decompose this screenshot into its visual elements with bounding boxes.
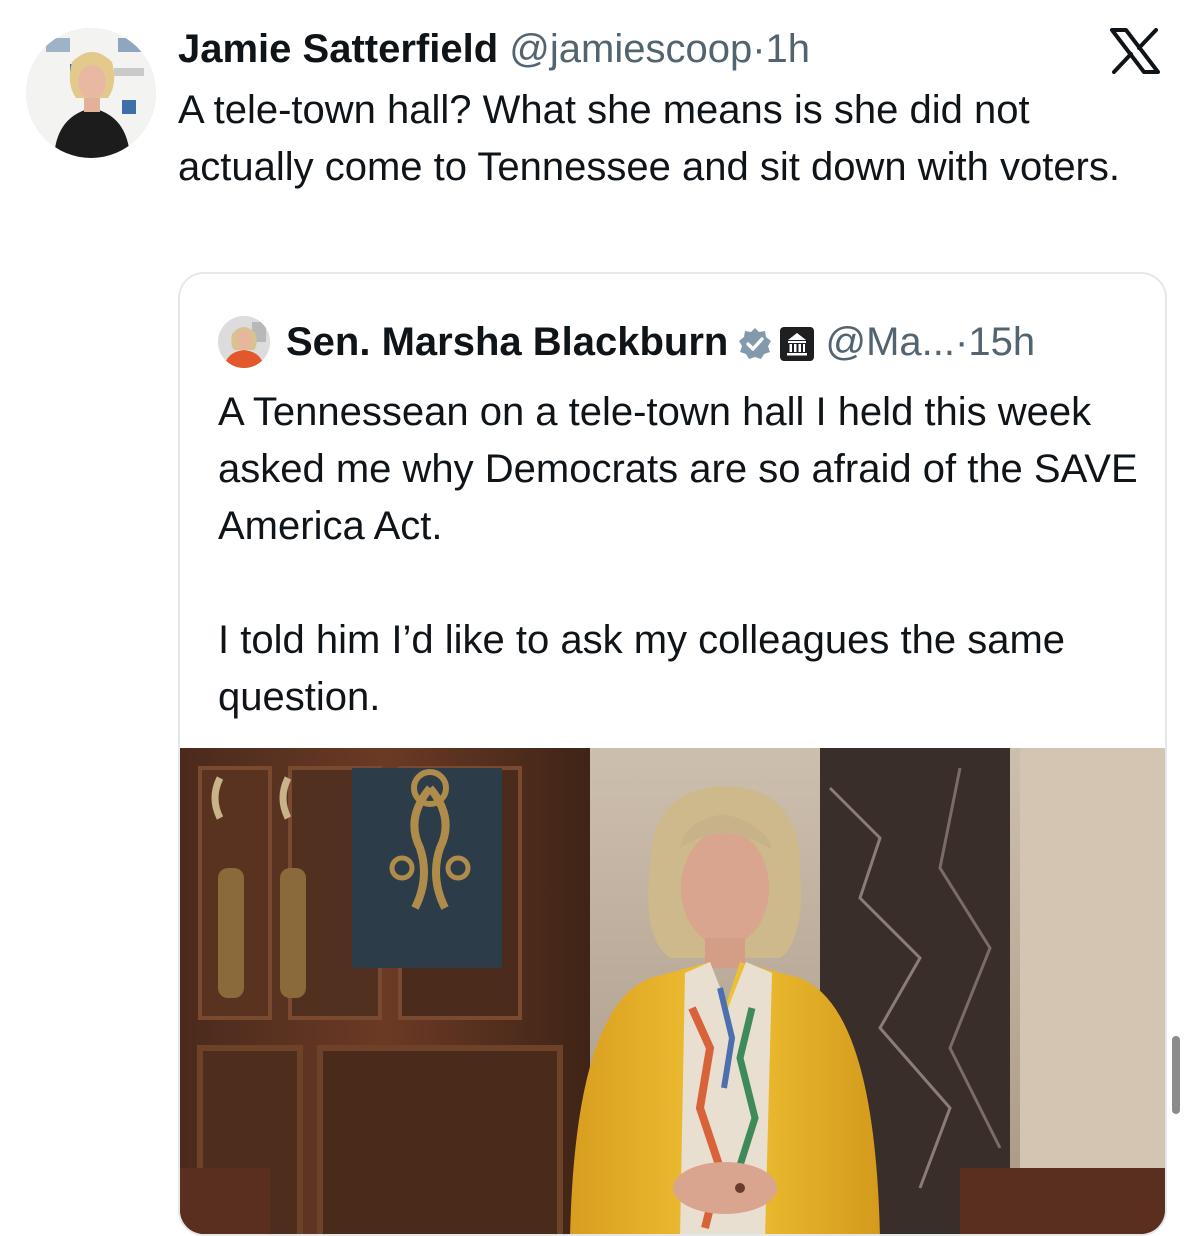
senate-floor-video-thumbnail-icon xyxy=(180,748,1165,1234)
quoted-tweet-paragraph-1: A Tennessean on a tele-town hall I held … xyxy=(218,390,1138,548)
tweet-text: A tele-town hall? What she means is she … xyxy=(178,88,1120,189)
quoted-tweet-card[interactable]: Sen. Marsha Blackburn @Ma...·15h A Tenne… xyxy=(178,272,1167,1236)
quoted-tweet-paragraph-2: I told him I’d like to ask my colleagues… xyxy=(218,618,1066,719)
quoted-author-avatar[interactable] xyxy=(218,316,270,368)
government-building-icon xyxy=(780,324,815,372)
quoted-separator-dot: · xyxy=(955,320,969,364)
quoted-tweet-video[interactable] xyxy=(180,748,1165,1234)
quoted-tweet-text: A Tennessean on a tele-town hall I held … xyxy=(218,384,1138,726)
separator-dot: · xyxy=(752,27,766,71)
tweet-time[interactable]: 1h xyxy=(766,27,811,71)
quoted-author-handle[interactable]: @Ma... xyxy=(826,320,956,364)
scrollbar[interactable] xyxy=(1172,1036,1180,1114)
author-avatar[interactable] xyxy=(26,28,156,158)
profile-photo-senator-icon xyxy=(218,316,270,368)
verified-badge-icon xyxy=(738,324,772,372)
author-name[interactable]: Jamie Satterfield xyxy=(178,27,498,71)
quoted-tweet-time[interactable]: 15h xyxy=(968,320,1035,364)
x-logo-icon[interactable] xyxy=(1110,28,1160,74)
author-handle[interactable]: @jamiescoop xyxy=(509,27,752,71)
tweet-header: Jamie Satterfield @jamiescoop·1h xyxy=(178,26,1070,72)
profile-photo-woman-icon xyxy=(26,28,156,158)
quoted-author-name[interactable]: Sen. Marsha Blackburn xyxy=(286,320,728,364)
quoted-tweet-header: Sen. Marsha Blackburn @Ma...·15h xyxy=(286,318,1125,372)
